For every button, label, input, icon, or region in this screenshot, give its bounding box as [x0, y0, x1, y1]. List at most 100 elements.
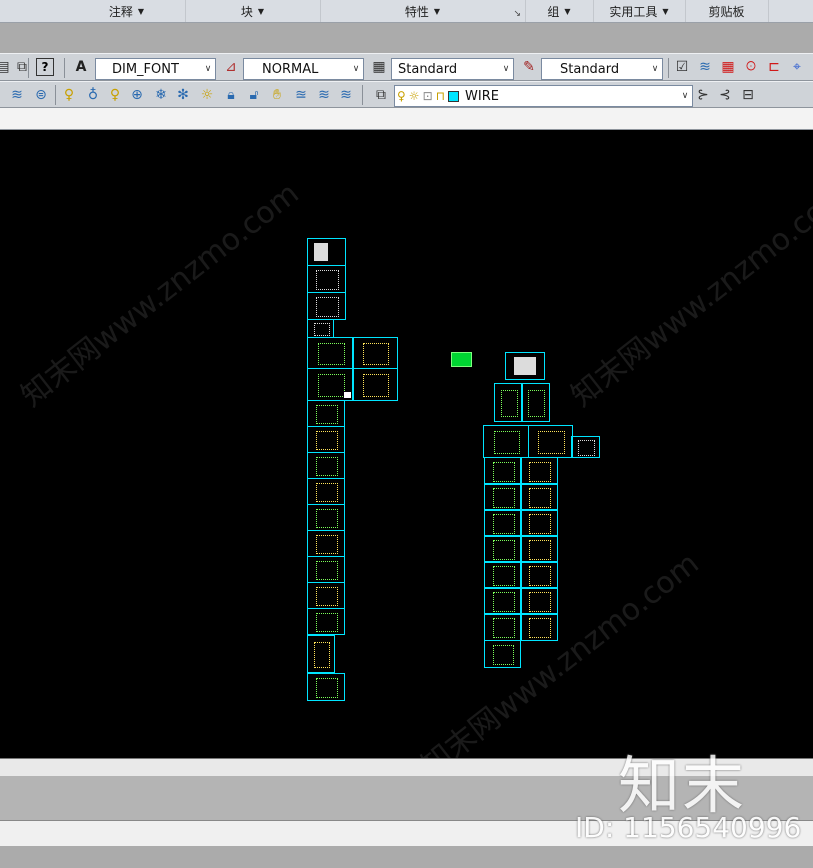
selected-object-marker[interactable] — [451, 352, 472, 367]
layer-isolate-icon[interactable]: ♁ — [84, 86, 102, 104]
dimension-style-value: NORMAL — [262, 61, 319, 77]
toolbar-separator — [362, 85, 363, 105]
sheet-content — [492, 566, 516, 586]
sheet-content — [315, 561, 339, 580]
drawing-sheet — [484, 457, 522, 485]
table-style-select[interactable]: Standard ∨ — [391, 58, 514, 80]
sheet-content — [362, 373, 390, 398]
panel-utilities[interactable]: 实用工具 ▼ — [593, 0, 686, 22]
copy-icon[interactable]: ⧉ — [13, 58, 31, 76]
layer-merge-icon[interactable]: ≋ — [315, 86, 333, 104]
table-style-value: Standard — [398, 61, 458, 77]
lock-icon[interactable]: 🔒︎ — [222, 86, 240, 104]
layer-select[interactable]: ♀ ☼ ⊡ ⊓ WIRE ∨ — [394, 85, 693, 107]
triangle-down-icon: ▼ — [433, 6, 441, 16]
sheet-content — [313, 242, 329, 262]
dialog-launcher-icon[interactable]: ↘ — [513, 9, 521, 19]
chevron-down-icon: ∨ — [352, 64, 360, 74]
toolbar-separator — [64, 58, 65, 78]
grid-icon[interactable]: ▦ — [719, 58, 737, 76]
drawing-sheet — [520, 613, 558, 641]
triangle-down-icon: ▼ — [564, 6, 571, 16]
dimension-style-icon[interactable]: ⊿ — [222, 58, 240, 76]
lightbulb-icon[interactable]: ♀ — [60, 86, 78, 104]
drawing-sheet — [483, 425, 529, 458]
sheet-content — [528, 618, 552, 638]
drawing-sheet — [484, 587, 522, 615]
watermark-diagonal: 知末网www.znzmo.com — [14, 176, 306, 414]
drawing-canvas[interactable]: 知末网www.znzmo.com 知末网www.znzmo.com 知末网www… — [0, 130, 813, 758]
panel-clipboard[interactable]: 剪贴板 — [685, 0, 769, 22]
sheet-content — [527, 389, 546, 418]
panel-group[interactable]: 组 ▼ — [525, 0, 594, 22]
hierarchy-icon[interactable]: ⊏ — [765, 58, 783, 76]
snowflake-icon[interactable]: ✻ — [174, 86, 192, 104]
layers-toolbar: ≋ ⊜ ♀ ♁ ♀ ⊕ ❄ ✻ ☼ 🔒︎ 🔓︎ ✋︎ ≊ ≋ ≋ ⧉ ♀ ☼ ⊡… — [0, 81, 813, 108]
unlock-icon[interactable]: 🔓︎ — [245, 86, 263, 104]
sheet-content — [514, 357, 536, 375]
sheet-content — [528, 514, 552, 534]
sun-icon[interactable]: ☼ — [198, 86, 216, 104]
make-current-icon[interactable]: ⊱ — [694, 86, 712, 104]
freeze-icon[interactable]: ❄ — [152, 86, 170, 104]
drawing-sheet — [307, 452, 345, 479]
help-icon[interactable]: ? — [36, 58, 54, 76]
layer-previous-2-icon[interactable]: ⊟ — [739, 86, 757, 104]
sheet-content — [316, 297, 339, 317]
properties-icon[interactable]: ☑ — [673, 58, 691, 76]
layer-previous-icon[interactable]: ≊ — [292, 86, 310, 104]
drawing-sheet — [520, 587, 558, 615]
panel-annotation[interactable]: 注释 ▼ — [68, 0, 186, 22]
sheet-content — [528, 566, 552, 586]
chevron-down-icon: ∨ — [502, 64, 510, 74]
layer-walk-icon[interactable]: ⊕ — [128, 86, 146, 104]
panel-block[interactable]: 块 ▼ — [185, 0, 321, 22]
sheet-content — [500, 389, 519, 418]
sheet-content — [492, 462, 516, 482]
triangle-down-icon: ▼ — [662, 6, 669, 16]
layer-properties-icon[interactable]: ≋ — [8, 86, 26, 104]
sheet-content — [492, 592, 516, 612]
sun-icon: ☼ — [408, 89, 420, 103]
match-layer-icon[interactable]: ✋︎ — [268, 86, 286, 104]
sheet-content — [316, 270, 339, 290]
dimension-style-select[interactable]: NORMAL ∨ — [243, 58, 364, 80]
bulb-on-icon[interactable]: ♀ — [106, 86, 124, 104]
panel-properties[interactable]: 特性 ▼ ↘ — [320, 0, 526, 22]
multileader-style-select[interactable]: Standard ∨ — [541, 58, 663, 80]
calculator-icon[interactable]: ▤ — [0, 58, 12, 76]
text-style-select[interactable]: DIM_FONT ∨ — [95, 58, 216, 80]
table-style-icon[interactable]: ▦ — [370, 58, 388, 76]
drawing-sheet — [307, 292, 346, 320]
triangle-down-icon: ▼ — [137, 6, 145, 16]
drawing-sheet — [307, 426, 345, 453]
sheet-content — [315, 509, 339, 528]
chevron-down-icon: ∨ — [651, 64, 659, 74]
drawing-sheet — [307, 556, 345, 583]
styles-toolbar: ▤ ⧉ ? A DIM_FONT ∨ ⊿ NORMAL ∨ ▦ Standard ∨ … — [0, 53, 813, 81]
sheet-content — [492, 514, 516, 534]
drawing-sheet — [352, 368, 398, 401]
layer-manager-icon[interactable]: ⧉ — [372, 86, 390, 104]
sheet-content — [317, 373, 346, 398]
ribbon-panel-titles: 注释 ▼ 块 ▼ 特性 ▼ ↘ 组 ▼ 实用工具 ▼ 剪贴板 — [0, 0, 813, 23]
sheet-content — [528, 462, 552, 482]
text-style-icon[interactable]: A — [72, 58, 90, 76]
drawing-sheet — [307, 608, 345, 635]
drawing-sheet — [307, 337, 354, 369]
sheet-content — [315, 678, 339, 698]
sheet-content — [492, 540, 516, 560]
layer-states-icon[interactable]: ⊜ — [32, 86, 50, 104]
network-icon[interactable]: ꖴ — [742, 58, 760, 76]
drawing-sheet — [484, 613, 522, 641]
layer-delete-icon[interactable]: ≋ — [337, 86, 355, 104]
panel-annotation-label: 注释 — [108, 4, 133, 19]
sheet-content — [315, 613, 339, 632]
drawing-sheet — [494, 383, 523, 422]
sheet-content — [315, 431, 339, 450]
layers-icon[interactable]: ≋ — [696, 58, 714, 76]
multileader-style-icon[interactable]: ✎ — [520, 58, 538, 76]
snap-icon[interactable]: ⌖ — [788, 58, 806, 76]
multileader-style-value: Standard — [560, 61, 620, 77]
layer-match-icon[interactable]: ⊰ — [716, 86, 734, 104]
